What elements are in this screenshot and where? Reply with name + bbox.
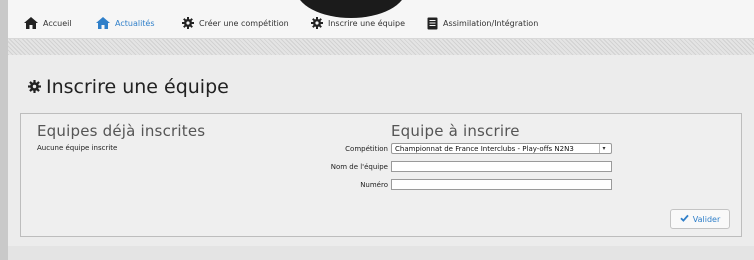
nav-item-accueil[interactable]: Accueil [24,15,72,31]
nav-item-inscrire-equipe[interactable]: Inscrire une équipe [311,15,405,31]
page-frame: Accueil Actualités Créer une compétition… [8,0,754,260]
team-name-label: Nom de l'équipe [330,162,388,171]
empty-teams-message: Aucune équipe inscrite [37,144,118,152]
footer-band [8,246,754,260]
check-icon [680,214,689,224]
competition-label: Compétition [345,144,388,153]
competition-selected-value: Championnat de France Interclubs - Play-… [395,144,574,153]
home-icon [96,17,110,29]
nav-item-label: Créer une compétition [199,18,289,28]
number-label: Numéro [360,180,388,189]
nav-item-assimilation[interactable]: Assimilation/Intégration [427,15,538,31]
registered-teams-section: Equipes déjà inscrites Aucune équipe ins… [37,122,205,152]
nav-item-creer-competition[interactable]: Créer une compétition [182,15,289,31]
nav-item-label: Inscrire une équipe [328,18,405,28]
competition-select[interactable]: Championnat de France Interclubs - Play-… [391,143,612,154]
chevron-down-icon: ▾ [599,144,608,153]
team-form-heading: Equipe à inscrire [391,122,520,140]
submit-button-label: Valider [692,214,721,224]
team-name-row: Nom de l'équipe [290,161,612,172]
nav-item-label: Actualités [115,18,155,28]
nav-item-label: Accueil [43,18,72,28]
number-input[interactable] [391,179,612,190]
nav-item-label: Assimilation/Intégration [443,18,539,28]
team-form-section: Equipe à inscrire [391,122,520,140]
gear-icon [28,76,41,98]
nav-item-actualites[interactable]: Actualités [96,15,155,31]
registration-panel: Equipes déjà inscrites Aucune équipe ins… [20,113,742,237]
registered-teams-heading: Equipes déjà inscrites [37,122,206,140]
gear-icon [311,17,323,29]
top-navigation: Accueil Actualités Créer une compétition… [8,0,754,39]
number-row: Numéro [290,179,612,190]
submit-button[interactable]: Valider [670,209,730,229]
team-name-input[interactable] [391,161,612,172]
document-icon [427,17,438,30]
competition-row: Compétition Championnat de France Interc… [290,143,612,154]
home-icon [24,17,38,29]
gear-icon [182,17,194,29]
header-stripe [8,39,754,55]
page-title: Inscrire une équipe [28,76,229,98]
page-title-text: Inscrire une équipe [46,76,229,98]
